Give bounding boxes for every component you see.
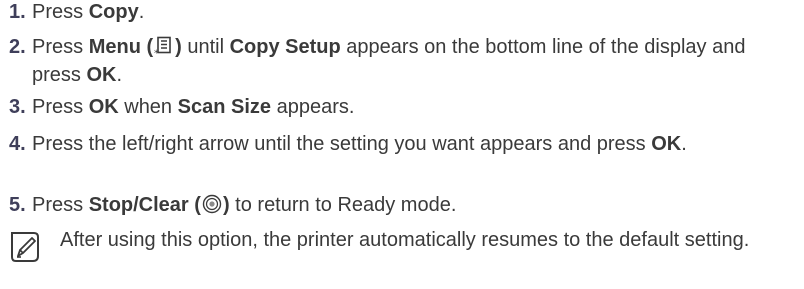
menu-icon: * [154,36,174,63]
step-text: . [138,1,145,23]
step-number: 4. [9,133,26,155]
step-text: Press the left/right arrow until the set… [32,133,652,155]
stop-clear-icon [202,194,222,221]
step-2: 2. Press Menu ( * ) until Copy Setup app… [0,35,804,88]
step-keyword: Scan Size [177,96,272,118]
step-text: appears. [271,96,355,118]
step-keyword: ) [175,36,182,58]
note-text: After using this option, the printer aut… [60,229,750,251]
note-block: After using this option, the printer aut… [8,228,798,262]
step-text: Press [32,96,89,118]
step-1: 1. Press Copy. [0,0,164,25]
step-text: when [118,96,178,118]
note-pencil-icon [8,230,42,271]
step-text: to return to Ready mode. [229,194,457,216]
step-text: . [116,64,123,86]
step-number: 2. [9,36,26,58]
step-3: 3. Press OK when Scan Size appears. [0,95,374,120]
step-text: . [681,133,687,155]
step-keyword: OK [651,133,682,155]
step-text: until [181,36,230,58]
step-4: 4. Press the left/right arrow until the … [0,132,707,157]
step-number: 3. [9,96,26,118]
step-text: Press [32,194,89,216]
svg-text:*: * [154,49,159,56]
step-5: 5. Press Stop/Clear ( ) to return to Rea… [0,193,476,221]
step-keyword: OK [88,96,119,118]
step-keyword: Copy [88,1,139,23]
step-keyword: ) [222,194,230,216]
step-text: Press [32,36,89,58]
step-keyword: Menu ( [88,36,154,58]
step-keyword: OK [86,64,117,86]
step-number: 1. [9,1,26,23]
step-keyword: Stop/Clear ( [88,194,201,216]
step-keyword: Copy Setup [229,36,341,58]
step-text: Press [32,1,89,23]
step-number: 5. [9,194,26,216]
